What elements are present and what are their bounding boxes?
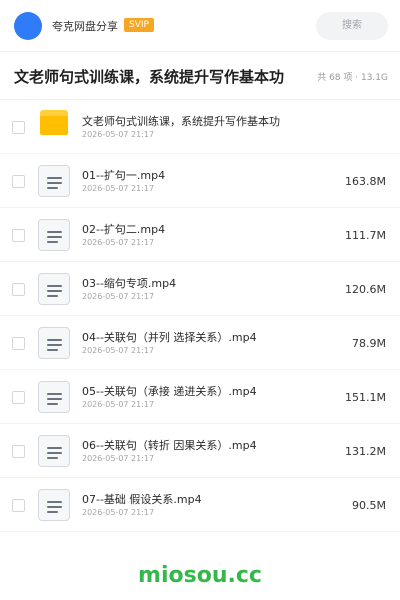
- item-date: 2026-05-07 21:17: [82, 130, 155, 139]
- checkbox-icon[interactable]: [12, 175, 25, 188]
- checkbox-icon[interactable]: [12, 229, 25, 242]
- page-title: 文老师句式训练课，系统提升写作基本功: [14, 68, 285, 86]
- item-name: 07--基础 假设关系.mp4: [82, 493, 202, 506]
- watermark: miosou.cc: [138, 563, 262, 588]
- list-item[interactable]: 06--关联句（转折 因果关系）.mp4 2026-05-07 21:17 13…: [0, 424, 400, 478]
- document-icon: [38, 489, 70, 521]
- item-name: 01--扩句一.mp4: [82, 169, 166, 182]
- search-input[interactable]: 搜索: [316, 12, 388, 40]
- svip-badge: SVIP: [124, 18, 154, 32]
- list-item[interactable]: 04--关联句（并列 选择关系）.mp4 2026-05-07 21:17 78…: [0, 316, 400, 370]
- document-icon: [38, 327, 70, 359]
- document-icon: [38, 273, 70, 305]
- item-size: 90.5M: [352, 499, 386, 512]
- checkbox-icon[interactable]: [12, 121, 25, 134]
- header: 夸克网盘分享 SVIP 搜索: [0, 0, 400, 52]
- item-date: 2026-05-07 21:17: [82, 238, 155, 247]
- item-size: 131.2M: [345, 445, 386, 458]
- item-size: 163.8M: [345, 175, 386, 188]
- item-name: 文老师句式训练课，系统提升写作基本功: [82, 115, 280, 128]
- checkbox-icon[interactable]: [12, 499, 25, 512]
- item-date: 2026-05-07 21:17: [82, 454, 155, 463]
- list-item[interactable]: 01--扩句一.mp4 2026-05-07 21:17 163.8M: [0, 154, 400, 208]
- checkbox-icon[interactable]: [12, 445, 25, 458]
- checkbox-icon[interactable]: [12, 337, 25, 350]
- item-date: 2026-05-07 21:17: [82, 508, 155, 517]
- item-date: 2026-05-07 21:17: [82, 184, 155, 193]
- item-date: 2026-05-07 21:17: [82, 346, 155, 355]
- avatar[interactable]: [14, 12, 42, 40]
- list-item[interactable]: 05--关联句（承接 递进关系）.mp4 2026-05-07 21:17 15…: [0, 370, 400, 424]
- item-size: 111.7M: [345, 229, 386, 242]
- folder-icon: [40, 110, 68, 135]
- folder-meta: 共 68 项 · 13.1G: [317, 73, 388, 83]
- username: 夸克网盘分享: [52, 20, 118, 33]
- item-name: 06--关联句（转折 因果关系）.mp4: [82, 439, 257, 452]
- list-item[interactable]: 03--缩句专项.mp4 2026-05-07 21:17 120.6M: [0, 262, 400, 316]
- list-item[interactable]: 02--扩句二.mp4 2026-05-07 21:17 111.7M: [0, 208, 400, 262]
- document-icon: [38, 165, 70, 197]
- document-icon: [38, 381, 70, 413]
- item-date: 2026-05-07 21:17: [82, 292, 155, 301]
- document-icon: [38, 435, 70, 467]
- item-name: 03--缩句专项.mp4: [82, 277, 177, 290]
- item-date: 2026-05-07 21:17: [82, 400, 155, 409]
- item-size: 151.1M: [345, 391, 386, 404]
- checkbox-icon[interactable]: [12, 283, 25, 296]
- file-list: 文老师句式训练课，系统提升写作基本功 2026-05-07 21:17 01--…: [0, 100, 400, 532]
- folder-header: 文老师句式训练课，系统提升写作基本功 共 68 项 · 13.1G: [0, 52, 400, 100]
- list-item[interactable]: 文老师句式训练课，系统提升写作基本功 2026-05-07 21:17: [0, 100, 400, 154]
- list-item[interactable]: 07--基础 假设关系.mp4 2026-05-07 21:17 90.5M: [0, 478, 400, 532]
- item-name: 05--关联句（承接 递进关系）.mp4: [82, 385, 257, 398]
- document-icon: [38, 219, 70, 251]
- item-size: 120.6M: [345, 283, 386, 296]
- item-name: 04--关联句（并列 选择关系）.mp4: [82, 331, 257, 344]
- item-size: 78.9M: [352, 337, 386, 350]
- item-name: 02--扩句二.mp4: [82, 223, 166, 236]
- checkbox-icon[interactable]: [12, 391, 25, 404]
